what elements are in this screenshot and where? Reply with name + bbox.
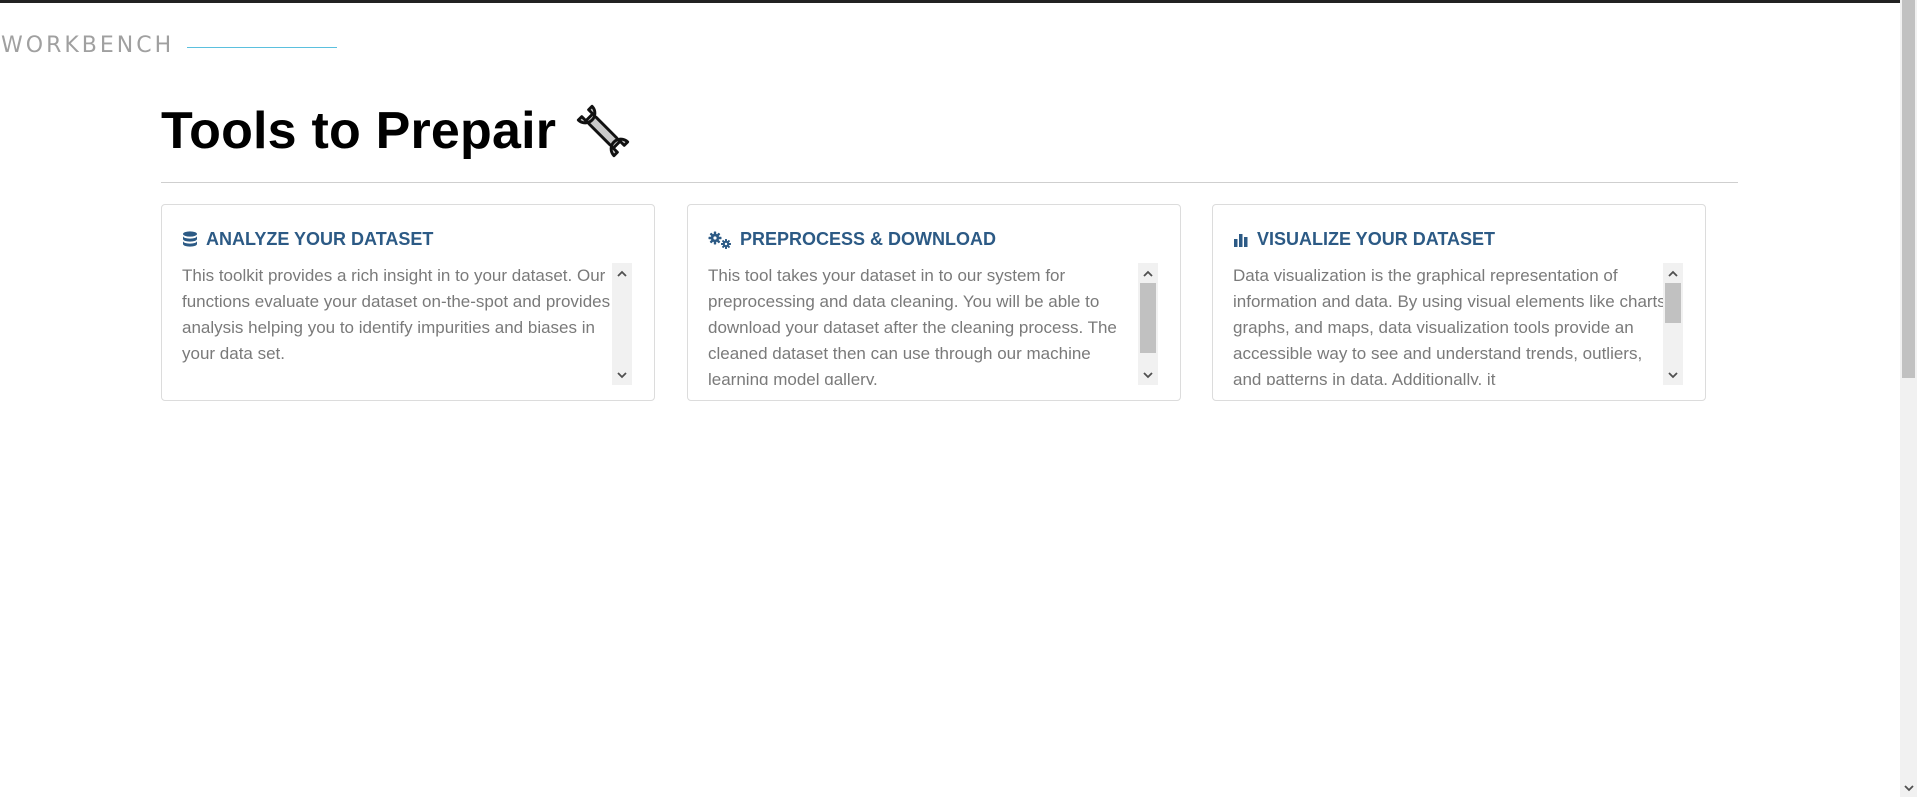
divider bbox=[161, 182, 1738, 183]
card-description: This tool takes your dataset in to our s… bbox=[708, 266, 1117, 385]
wrench-icon bbox=[577, 104, 630, 158]
scroll-up-icon[interactable] bbox=[1663, 263, 1683, 283]
scroll-up-icon[interactable] bbox=[1138, 263, 1158, 283]
card-description: Data visualization is the graphical repr… bbox=[1233, 266, 1671, 385]
scroll-thumb[interactable] bbox=[1140, 283, 1156, 353]
page-scroll-down-icon[interactable] bbox=[1900, 780, 1917, 797]
brand-label[interactable]: WORKBENCH bbox=[1, 33, 174, 58]
scroll-down-icon[interactable] bbox=[1138, 365, 1158, 385]
card-title[interactable]: ANALYZE YOUR DATASET bbox=[182, 229, 433, 250]
card-title-text[interactable]: PREPROCESS & DOWNLOAD bbox=[740, 229, 996, 250]
card-scrollbar[interactable] bbox=[1663, 263, 1683, 385]
page-scrollbar[interactable] bbox=[1900, 0, 1917, 797]
brand[interactable]: WORKBENCH bbox=[1, 33, 338, 58]
scroll-down-icon[interactable] bbox=[612, 365, 632, 385]
card-scrollbar[interactable] bbox=[1138, 263, 1158, 385]
card-title[interactable]: VISUALIZE YOUR DATASET bbox=[1233, 229, 1495, 250]
card-visualize: VISUALIZE YOUR DATASET Data visualizatio… bbox=[1212, 204, 1706, 401]
brand-underline bbox=[187, 47, 338, 48]
card-scrollbar[interactable] bbox=[612, 263, 632, 385]
top-border bbox=[0, 0, 1917, 3]
page-scroll-thumb[interactable] bbox=[1902, 0, 1915, 378]
card-preprocess: PREPROCESS & DOWNLOAD This tool takes yo… bbox=[687, 204, 1181, 401]
page-title: Tools to Prepair bbox=[161, 102, 557, 160]
scroll-up-icon[interactable] bbox=[612, 263, 632, 283]
card-analyze: ANALYZE YOUR DATASET This toolkit provid… bbox=[161, 204, 655, 401]
page-heading: Tools to Prepair bbox=[161, 100, 634, 162]
card-description: This toolkit provides a rich insight in … bbox=[182, 266, 611, 363]
database-icon bbox=[182, 230, 198, 249]
gears-icon bbox=[708, 231, 732, 249]
card-title-text[interactable]: ANALYZE YOUR DATASET bbox=[206, 229, 433, 250]
scroll-thumb[interactable] bbox=[1665, 283, 1681, 323]
card-title-text[interactable]: VISUALIZE YOUR DATASET bbox=[1257, 229, 1495, 250]
scroll-down-icon[interactable] bbox=[1663, 365, 1683, 385]
bar-chart-icon bbox=[1233, 232, 1249, 248]
card-title[interactable]: PREPROCESS & DOWNLOAD bbox=[708, 229, 996, 250]
